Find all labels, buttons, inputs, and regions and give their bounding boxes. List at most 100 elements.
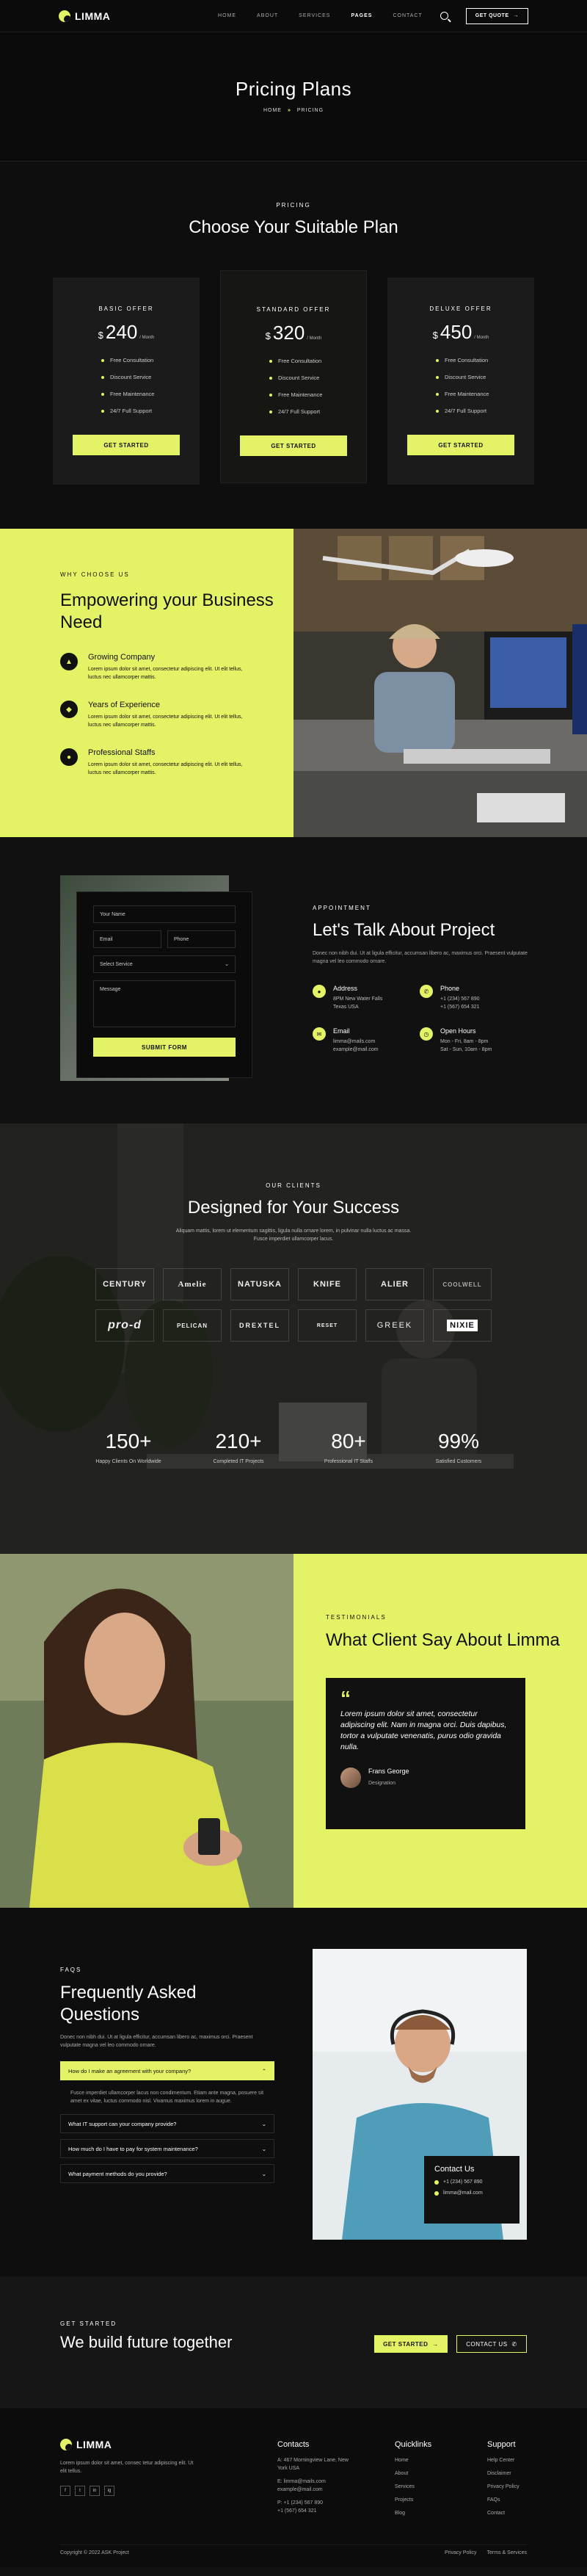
menu-item-pages[interactable]: PAGES	[351, 13, 372, 18]
faq-answer: Fusce imperdiet ullamcorper lacus non co…	[70, 2091, 264, 2104]
footer-contact-line[interactable]: example@mail.com	[277, 2486, 358, 2494]
faq-question-open[interactable]: How do I make an agreement with your com…	[60, 2061, 274, 2080]
quote-icon: “	[340, 1687, 351, 1710]
client-logo[interactable]: pro-d	[95, 1309, 154, 1342]
menu-item-home[interactable]: HOME	[218, 13, 236, 18]
stat-item: 99% Satisfied Customers	[418, 1430, 499, 1466]
footer-link[interactable]: Services	[395, 2483, 431, 2491]
client-logo[interactable]: DREXTEL	[230, 1309, 289, 1342]
service-select-value: Select Service	[100, 961, 133, 967]
client-logo[interactable]: NIXIE	[433, 1309, 492, 1342]
client-logo[interactable]: PELICAN	[163, 1309, 222, 1342]
info-line[interactable]: limma@mails.com	[333, 1039, 375, 1044]
chevron-down-icon: ⌄	[261, 2120, 266, 2127]
instagram-icon[interactable]: ig	[104, 2486, 114, 2496]
get-started-button[interactable]: GET STARTED	[407, 435, 514, 455]
footer-link[interactable]: Help Center	[487, 2456, 531, 2464]
footer-contact-line[interactable]: P: +1 (234) 567 890	[277, 2499, 358, 2507]
cta-text: GET STARTED We build future together	[60, 2320, 232, 2352]
appointment-lead: Donec non nibh dui. Ut at ligula efficit…	[313, 951, 528, 964]
faq-question[interactable]: What payment methods do you provide? ⌄	[60, 2164, 274, 2183]
terms-link[interactable]: Terms & Services	[487, 2550, 527, 2555]
get-started-button[interactable]: GET STARTED	[240, 435, 347, 456]
client-logo[interactable]: CENTURY	[95, 1268, 154, 1300]
facebook-icon[interactable]: f	[60, 2486, 70, 2496]
appointment-title: Let's Talk About Project	[313, 920, 495, 940]
submit-form-button[interactable]: SUBMIT FORM	[93, 1038, 236, 1057]
cta-primary-label: GET STARTED	[383, 2340, 429, 2348]
stat-label: Happy Clients On Worldwide	[95, 1459, 161, 1464]
footer-contact-line[interactable]: +1 (567) 654 321	[277, 2507, 358, 2515]
phone-icon: ✆	[420, 985, 433, 998]
pricing-label: PRICING	[276, 202, 311, 209]
name-field[interactable]: Your Name	[93, 905, 236, 923]
price-value: 320	[272, 322, 305, 344]
client-logo[interactable]: GREEK	[365, 1309, 424, 1342]
footer-link[interactable]: Privacy Policy	[487, 2483, 531, 2491]
chevron-down-icon: ⌄	[261, 2145, 266, 2152]
address-info: ● Address 8PM New Water Falls Texas USA	[313, 985, 420, 1011]
client-logo[interactable]: KNIFE	[298, 1268, 357, 1300]
info-line[interactable]: example@mail.com	[333, 1047, 379, 1052]
faq-lead: Donec non nibh dui. Ut at ligula efficit…	[60, 2035, 253, 2048]
chevron-up-icon: ⌃	[261, 2067, 266, 2074]
faq-title: Frequently Asked Questions	[60, 1983, 197, 2025]
client-logo[interactable]: ALIER	[365, 1268, 424, 1300]
faq-question-text: How do I make an agreement with your com…	[68, 2067, 192, 2074]
info-line[interactable]: +1 (234) 567 890	[440, 996, 480, 1002]
menu-item-services[interactable]: SERVICES	[299, 13, 330, 18]
footer-contact-line[interactable]: E: limma@mails.com	[277, 2478, 358, 2486]
stat-label: Completed IT Projects	[213, 1459, 264, 1464]
footer-logo[interactable]: LIMMA	[60, 2439, 200, 2450]
plan-feature: 24/7 Full Support	[436, 408, 515, 414]
footer-link[interactable]: FAQs	[487, 2496, 531, 2504]
clients-lead: Aliquam mattis, lorem ut elementum sagit…	[175, 1229, 412, 1242]
footer-link[interactable]: Projects	[395, 2496, 431, 2504]
search-icon[interactable]	[440, 12, 448, 20]
twitter-icon[interactable]: t	[75, 2486, 85, 2496]
breadcrumb-home[interactable]: HOME	[263, 108, 282, 113]
footer-link[interactable]: Disclaimer	[487, 2470, 531, 2478]
brand-name: LIMMA	[75, 10, 111, 22]
linkedin-icon[interactable]: in	[90, 2486, 100, 2496]
plan-feature: Free Consultation	[101, 357, 181, 363]
footer-link[interactable]: Contact	[487, 2509, 531, 2517]
cta-contact-button[interactable]: CONTACT US ✆	[456, 2335, 527, 2353]
client-logo[interactable]: Amelie	[163, 1268, 222, 1300]
cta-get-started-button[interactable]: GET STARTED →	[374, 2335, 448, 2353]
brand-logo[interactable]: LIMMA	[59, 10, 110, 22]
message-field[interactable]: Message	[93, 980, 236, 1027]
why-item-text: Lorem ipsum dolor sit amet, consectetur …	[88, 762, 243, 775]
pricing-section: PRICING Choose Your Suitable Plan BASIC …	[0, 162, 587, 529]
service-select[interactable]: Select Service ⌄	[93, 955, 236, 973]
contact-card-email[interactable]: limma@mail.com	[434, 2190, 509, 2196]
team-icon: ●	[60, 748, 78, 766]
info-line: Sat - Sun, 10am - 8pm	[440, 1047, 492, 1052]
get-started-button[interactable]: GET STARTED	[73, 435, 180, 455]
privacy-policy-link[interactable]: Privacy Policy	[445, 2550, 477, 2555]
why-item: ● Professional Staffs Lorem ipsum dolor s…	[60, 748, 294, 777]
client-logo[interactable]: RESET	[298, 1309, 357, 1342]
hours-info: ◷ Open Hours Mon - Fri, 8am - 8pm Sat - Su…	[420, 1027, 527, 1054]
footer-link[interactable]: Blog	[395, 2509, 431, 2517]
info-line[interactable]: +1 (567) 654 321	[440, 1005, 480, 1010]
plan-features: Free Consultation Discount Service Free …	[406, 357, 515, 414]
faq-question[interactable]: How much do I have to pay for system mai…	[60, 2139, 274, 2158]
footer-link[interactable]: About	[395, 2470, 431, 2478]
price-value: 240	[105, 321, 138, 343]
footer-link[interactable]: Home	[395, 2456, 431, 2464]
phone-info: ✆ Phone +1 (234) 567 890 +1 (567) 654 321	[420, 985, 527, 1011]
cta-section: GET STARTED We build future together GET…	[0, 2276, 587, 2407]
menu-item-contact[interactable]: CONTACT	[393, 13, 422, 18]
contact-card-phone[interactable]: +1 (234) 567 890	[434, 2179, 509, 2185]
client-logo-text: NIXIE	[447, 1320, 478, 1331]
client-logo[interactable]: COOLWELL	[433, 1268, 492, 1300]
faq-question[interactable]: What IT support can your company provide…	[60, 2114, 274, 2133]
email-field[interactable]: Email	[93, 930, 161, 948]
phone-field[interactable]: Phone	[167, 930, 236, 948]
price-period: / Month	[307, 336, 322, 341]
get-quote-button[interactable]: GET QUOTE →	[465, 7, 528, 24]
client-logo[interactable]: NATUSKA	[230, 1268, 289, 1300]
faq-section: FAQS Frequently Asked Questions Donec no…	[0, 1908, 587, 2276]
menu-item-about[interactable]: ABOUT	[257, 13, 278, 18]
